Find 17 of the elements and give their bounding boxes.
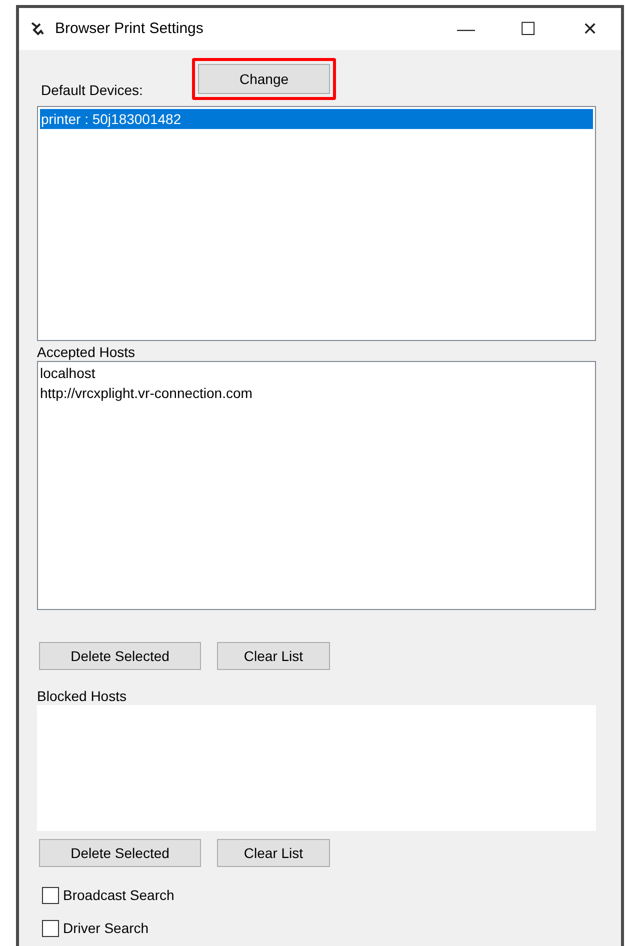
- action-button[interactable]: Clear List: [217, 839, 330, 867]
- section-label: Blocked Hosts: [37, 687, 128, 705]
- list-item[interactable]: printer : 50j183001482: [40, 109, 593, 129]
- change-button[interactable]: Change: [198, 64, 330, 94]
- section-label: Accepted Hosts: [37, 343, 136, 361]
- option-checkbox[interactable]: Driver Search: [42, 918, 596, 938]
- app-icon: [29, 21, 45, 37]
- action-button[interactable]: Delete Selected: [39, 839, 201, 867]
- checkbox[interactable]: [42, 886, 59, 904]
- window-title: Browser Print Settings: [55, 18, 204, 39]
- list-item[interactable]: http://vrcxplight.vr-connection.com: [39, 383, 594, 403]
- section-label: Default Devices:: [41, 81, 144, 100]
- checkbox[interactable]: [42, 920, 59, 936]
- option-checkbox[interactable]: Broadcast Search: [42, 885, 596, 905]
- action-button[interactable]: Clear List: [217, 642, 330, 670]
- action-button[interactable]: Delete Selected: [39, 642, 201, 670]
- list-item[interactable]: localhost: [39, 363, 594, 383]
